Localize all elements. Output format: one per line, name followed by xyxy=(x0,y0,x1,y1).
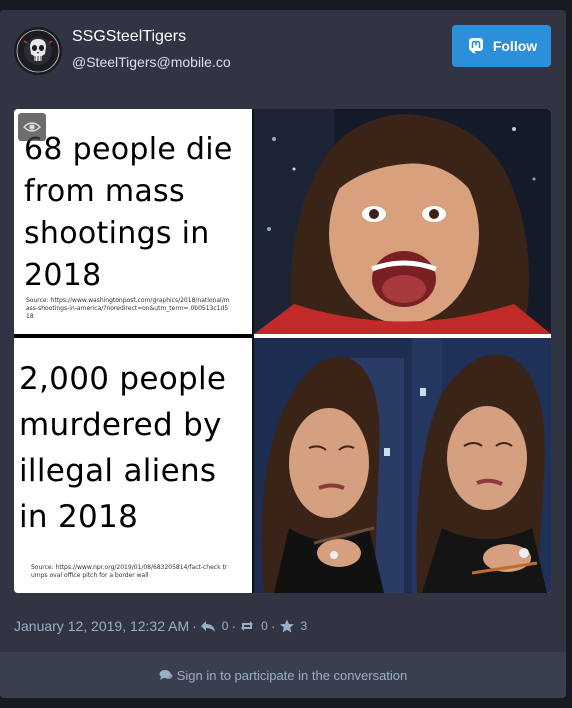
meme-source-top: Source: https://www.washingtonpost.com/g… xyxy=(26,297,230,320)
display-name[interactable]: SSGSteelTigers xyxy=(72,28,186,46)
comments-icon xyxy=(159,670,173,680)
photo-shocked-face xyxy=(254,109,551,334)
punisher-skull-logo-icon xyxy=(14,27,62,75)
separator: · xyxy=(231,618,237,634)
replies-count: 0 xyxy=(221,619,229,633)
favourites-count: 3 xyxy=(300,619,308,633)
separator: · xyxy=(192,618,197,634)
media-gallery[interactable]: 68 people die from mass shootings in 201… xyxy=(14,109,551,593)
account-handle[interactable]: @SteelTigers@mobile.co xyxy=(72,54,231,70)
status-header: SSGSteelTigers @SteelTigers@mobile.co Fo… xyxy=(0,10,566,90)
meme-headline-bottom: 2,000 people murdered by illegal aliens … xyxy=(19,361,227,535)
follow-label: Follow xyxy=(492,38,538,54)
sign-in-banner[interactable]: Sign in to participate in the conversati… xyxy=(0,652,566,698)
meme-text-panel-top: 68 people die from mass shootings in 201… xyxy=(14,109,252,334)
star-icon[interactable] xyxy=(279,619,295,633)
reblogs-count: 0 xyxy=(261,619,268,633)
boost-icon[interactable] xyxy=(239,619,255,633)
photo-looking-down-right xyxy=(412,338,551,593)
avatar[interactable] xyxy=(14,27,62,75)
follow-button[interactable]: Follow xyxy=(452,25,551,67)
separator: · xyxy=(270,618,276,634)
status-card: SSGSteelTigers @SteelTigers@mobile.co Fo… xyxy=(0,10,566,698)
photo-looking-down-left xyxy=(254,338,412,593)
eye-icon xyxy=(23,122,41,132)
status-timestamp[interactable]: January 12, 2019, 12:32 AM xyxy=(14,618,189,634)
meme-text-panel-bottom: 2,000 people murdered by illegal aliens … xyxy=(14,338,252,593)
hide-media-button[interactable] xyxy=(18,113,46,141)
sign-in-link[interactable]: Sign in to participate in the conversati… xyxy=(177,668,408,683)
meme-source-bottom: Source: https://www.npr.org/2019/01/08/6… xyxy=(31,564,228,579)
meme-headline-top: 68 people die from mass shootings in 201… xyxy=(24,132,233,293)
mastodon-icon xyxy=(468,38,483,54)
status-meta: January 12, 2019, 12:32 AM · 0 · 0 · 3 xyxy=(14,618,307,634)
reply-icon[interactable] xyxy=(200,619,216,633)
